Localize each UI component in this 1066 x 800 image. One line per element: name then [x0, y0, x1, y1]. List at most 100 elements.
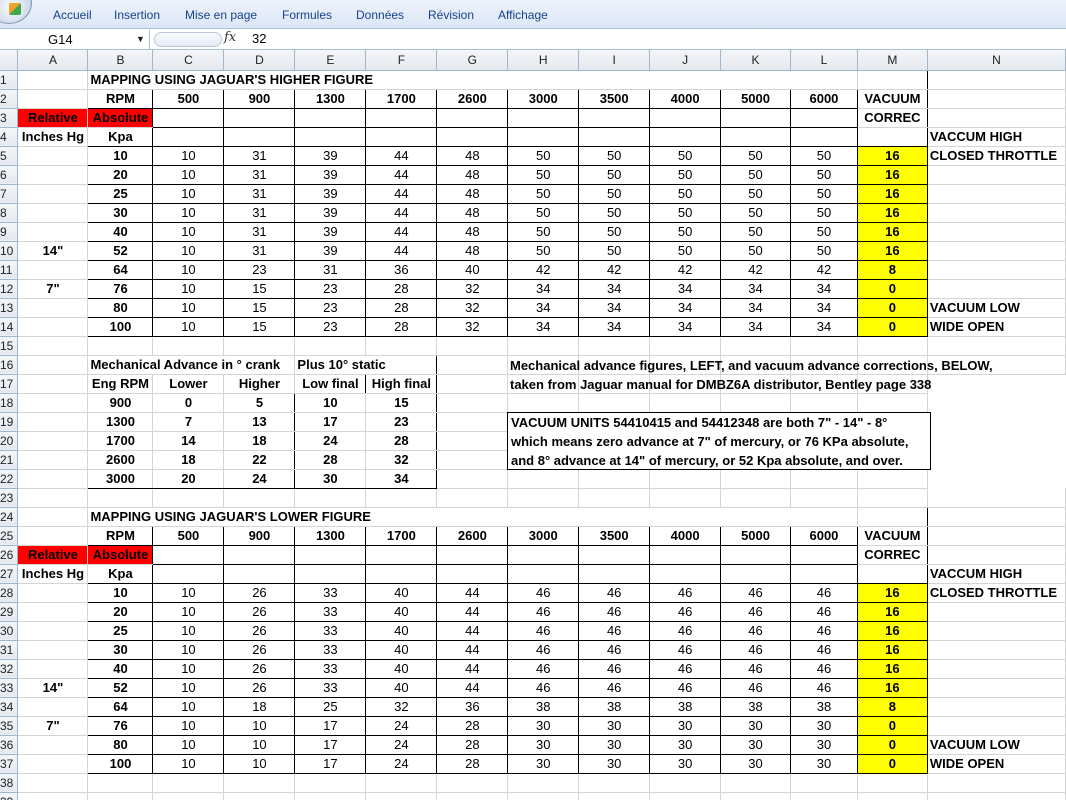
advance-value[interactable]: 50	[507, 202, 580, 223]
cell[interactable]	[789, 563, 858, 584]
cell[interactable]	[927, 697, 1066, 717]
cell[interactable]	[927, 203, 1066, 223]
advance-value[interactable]: 30	[507, 753, 580, 774]
cell[interactable]	[17, 735, 89, 755]
row-header[interactable]: 22	[0, 469, 19, 489]
cell[interactable]	[223, 792, 296, 800]
advance-value[interactable]: 34	[789, 278, 858, 299]
advance-value[interactable]: 46	[578, 677, 651, 698]
column-header-a[interactable]: A	[17, 50, 89, 71]
vacuum-correction[interactable]: 16	[856, 620, 928, 641]
cell[interactable]	[649, 336, 722, 356]
advance-value[interactable]: 10	[152, 316, 225, 337]
kpa-value[interactable]: 80	[87, 734, 154, 755]
advance-value[interactable]: 44	[436, 639, 509, 660]
kpa-label[interactable]: Kpa	[87, 126, 154, 147]
vacuum-correction[interactable]: 16	[856, 164, 928, 185]
advance-value[interactable]: 46	[578, 601, 651, 622]
advance-value[interactable]: 32	[436, 297, 509, 318]
advance-value[interactable]: 33	[294, 582, 367, 603]
cell[interactable]	[294, 126, 367, 147]
kpa-value[interactable]: 10	[87, 145, 154, 166]
advance-value[interactable]: 33	[294, 620, 367, 641]
advance-value[interactable]: 50	[578, 221, 651, 242]
mech-value[interactable]: 1300	[87, 412, 154, 432]
advance-value[interactable]: 10	[152, 582, 225, 603]
cell[interactable]	[927, 526, 1066, 546]
advance-value[interactable]: 34	[578, 278, 651, 299]
mech-value[interactable]: 18	[152, 450, 225, 470]
cell[interactable]	[578, 107, 651, 128]
advance-value[interactable]: 46	[507, 582, 580, 603]
advance-value[interactable]: 44	[365, 202, 438, 223]
kpa-label[interactable]: Kpa	[87, 563, 154, 584]
row-header[interactable]: 21	[0, 450, 19, 470]
mark-7-inch[interactable]: 7"	[17, 716, 89, 736]
kpa-value[interactable]: 52	[87, 677, 154, 698]
cell[interactable]	[507, 336, 580, 356]
absolute-label[interactable]: Absolute	[87, 108, 154, 128]
advance-value[interactable]: 34	[789, 316, 858, 337]
advance-value[interactable]: 50	[789, 202, 858, 223]
advance-value[interactable]: 34	[649, 297, 722, 318]
advance-value[interactable]: 50	[720, 202, 791, 223]
row-header[interactable]: 19	[0, 412, 19, 432]
rpm-header[interactable]: 900	[223, 88, 296, 109]
advance-value[interactable]: 28	[365, 297, 438, 318]
cell[interactable]	[294, 488, 367, 508]
advance-value[interactable]: 39	[294, 202, 367, 223]
advance-value[interactable]: 42	[720, 259, 791, 280]
rpm-header[interactable]: 1700	[365, 525, 438, 546]
cell[interactable]	[649, 773, 722, 793]
advance-value[interactable]: 46	[649, 582, 722, 603]
advance-value[interactable]: 48	[436, 221, 509, 242]
name-box[interactable]: G14 ▼	[0, 30, 150, 49]
advance-value[interactable]: 10	[152, 278, 225, 299]
advance-value[interactable]: 10	[152, 202, 225, 223]
cell[interactable]	[507, 488, 580, 508]
cell[interactable]	[294, 336, 367, 356]
advance-value[interactable]: 46	[789, 620, 858, 641]
advance-value[interactable]: 50	[578, 164, 651, 185]
mech-header[interactable]: Eng RPM	[87, 374, 154, 394]
advance-value[interactable]: 44	[436, 582, 509, 603]
mech-advance-title[interactable]: Mechanical Advance in ° crank	[87, 354, 296, 375]
vacuum-low-label[interactable]: VACUUM LOW	[927, 735, 1066, 755]
advance-value[interactable]: 38	[578, 696, 651, 717]
inches-hg-label[interactable]: Inches Hg	[17, 564, 89, 584]
advance-value[interactable]: 50	[789, 183, 858, 204]
advance-value[interactable]: 44	[365, 240, 438, 261]
cell[interactable]	[223, 544, 296, 565]
advance-value[interactable]: 31	[223, 221, 296, 242]
rpm-header[interactable]: 3000	[507, 88, 580, 109]
advance-value[interactable]: 25	[294, 696, 367, 717]
cell[interactable]	[927, 241, 1066, 261]
cell[interactable]	[17, 412, 89, 432]
tab-affichage[interactable]: Affichage	[498, 8, 548, 22]
cell[interactable]	[294, 107, 367, 128]
tab-donnees[interactable]: Données	[356, 8, 404, 22]
advance-value[interactable]: 10	[152, 297, 225, 318]
advance-value[interactable]: 10	[223, 715, 296, 736]
advance-value[interactable]: 10	[152, 753, 225, 774]
vacuum-low-label[interactable]: VACUUM LOW	[927, 298, 1066, 318]
cell[interactable]	[507, 544, 580, 565]
rpm-header[interactable]: 2600	[436, 525, 509, 546]
formula-input[interactable]: 32	[252, 31, 266, 46]
advance-value[interactable]: 46	[578, 582, 651, 603]
advance-value[interactable]: 38	[649, 696, 722, 717]
advance-value[interactable]: 23	[223, 259, 296, 280]
advance-value[interactable]: 48	[436, 164, 509, 185]
cell[interactable]	[507, 107, 580, 128]
advance-value[interactable]: 34	[720, 297, 791, 318]
column-header-k[interactable]: K	[720, 50, 791, 71]
cell[interactable]	[17, 583, 89, 603]
rpm-header[interactable]: 1700	[365, 88, 438, 109]
cell[interactable]	[17, 450, 89, 470]
cell[interactable]	[927, 507, 1066, 527]
advance-value[interactable]: 17	[294, 753, 367, 774]
vacuum-correction[interactable]: 16	[856, 145, 928, 166]
advance-value[interactable]: 38	[507, 696, 580, 717]
column-header-m[interactable]: M	[857, 50, 928, 71]
advance-value[interactable]: 50	[649, 164, 722, 185]
